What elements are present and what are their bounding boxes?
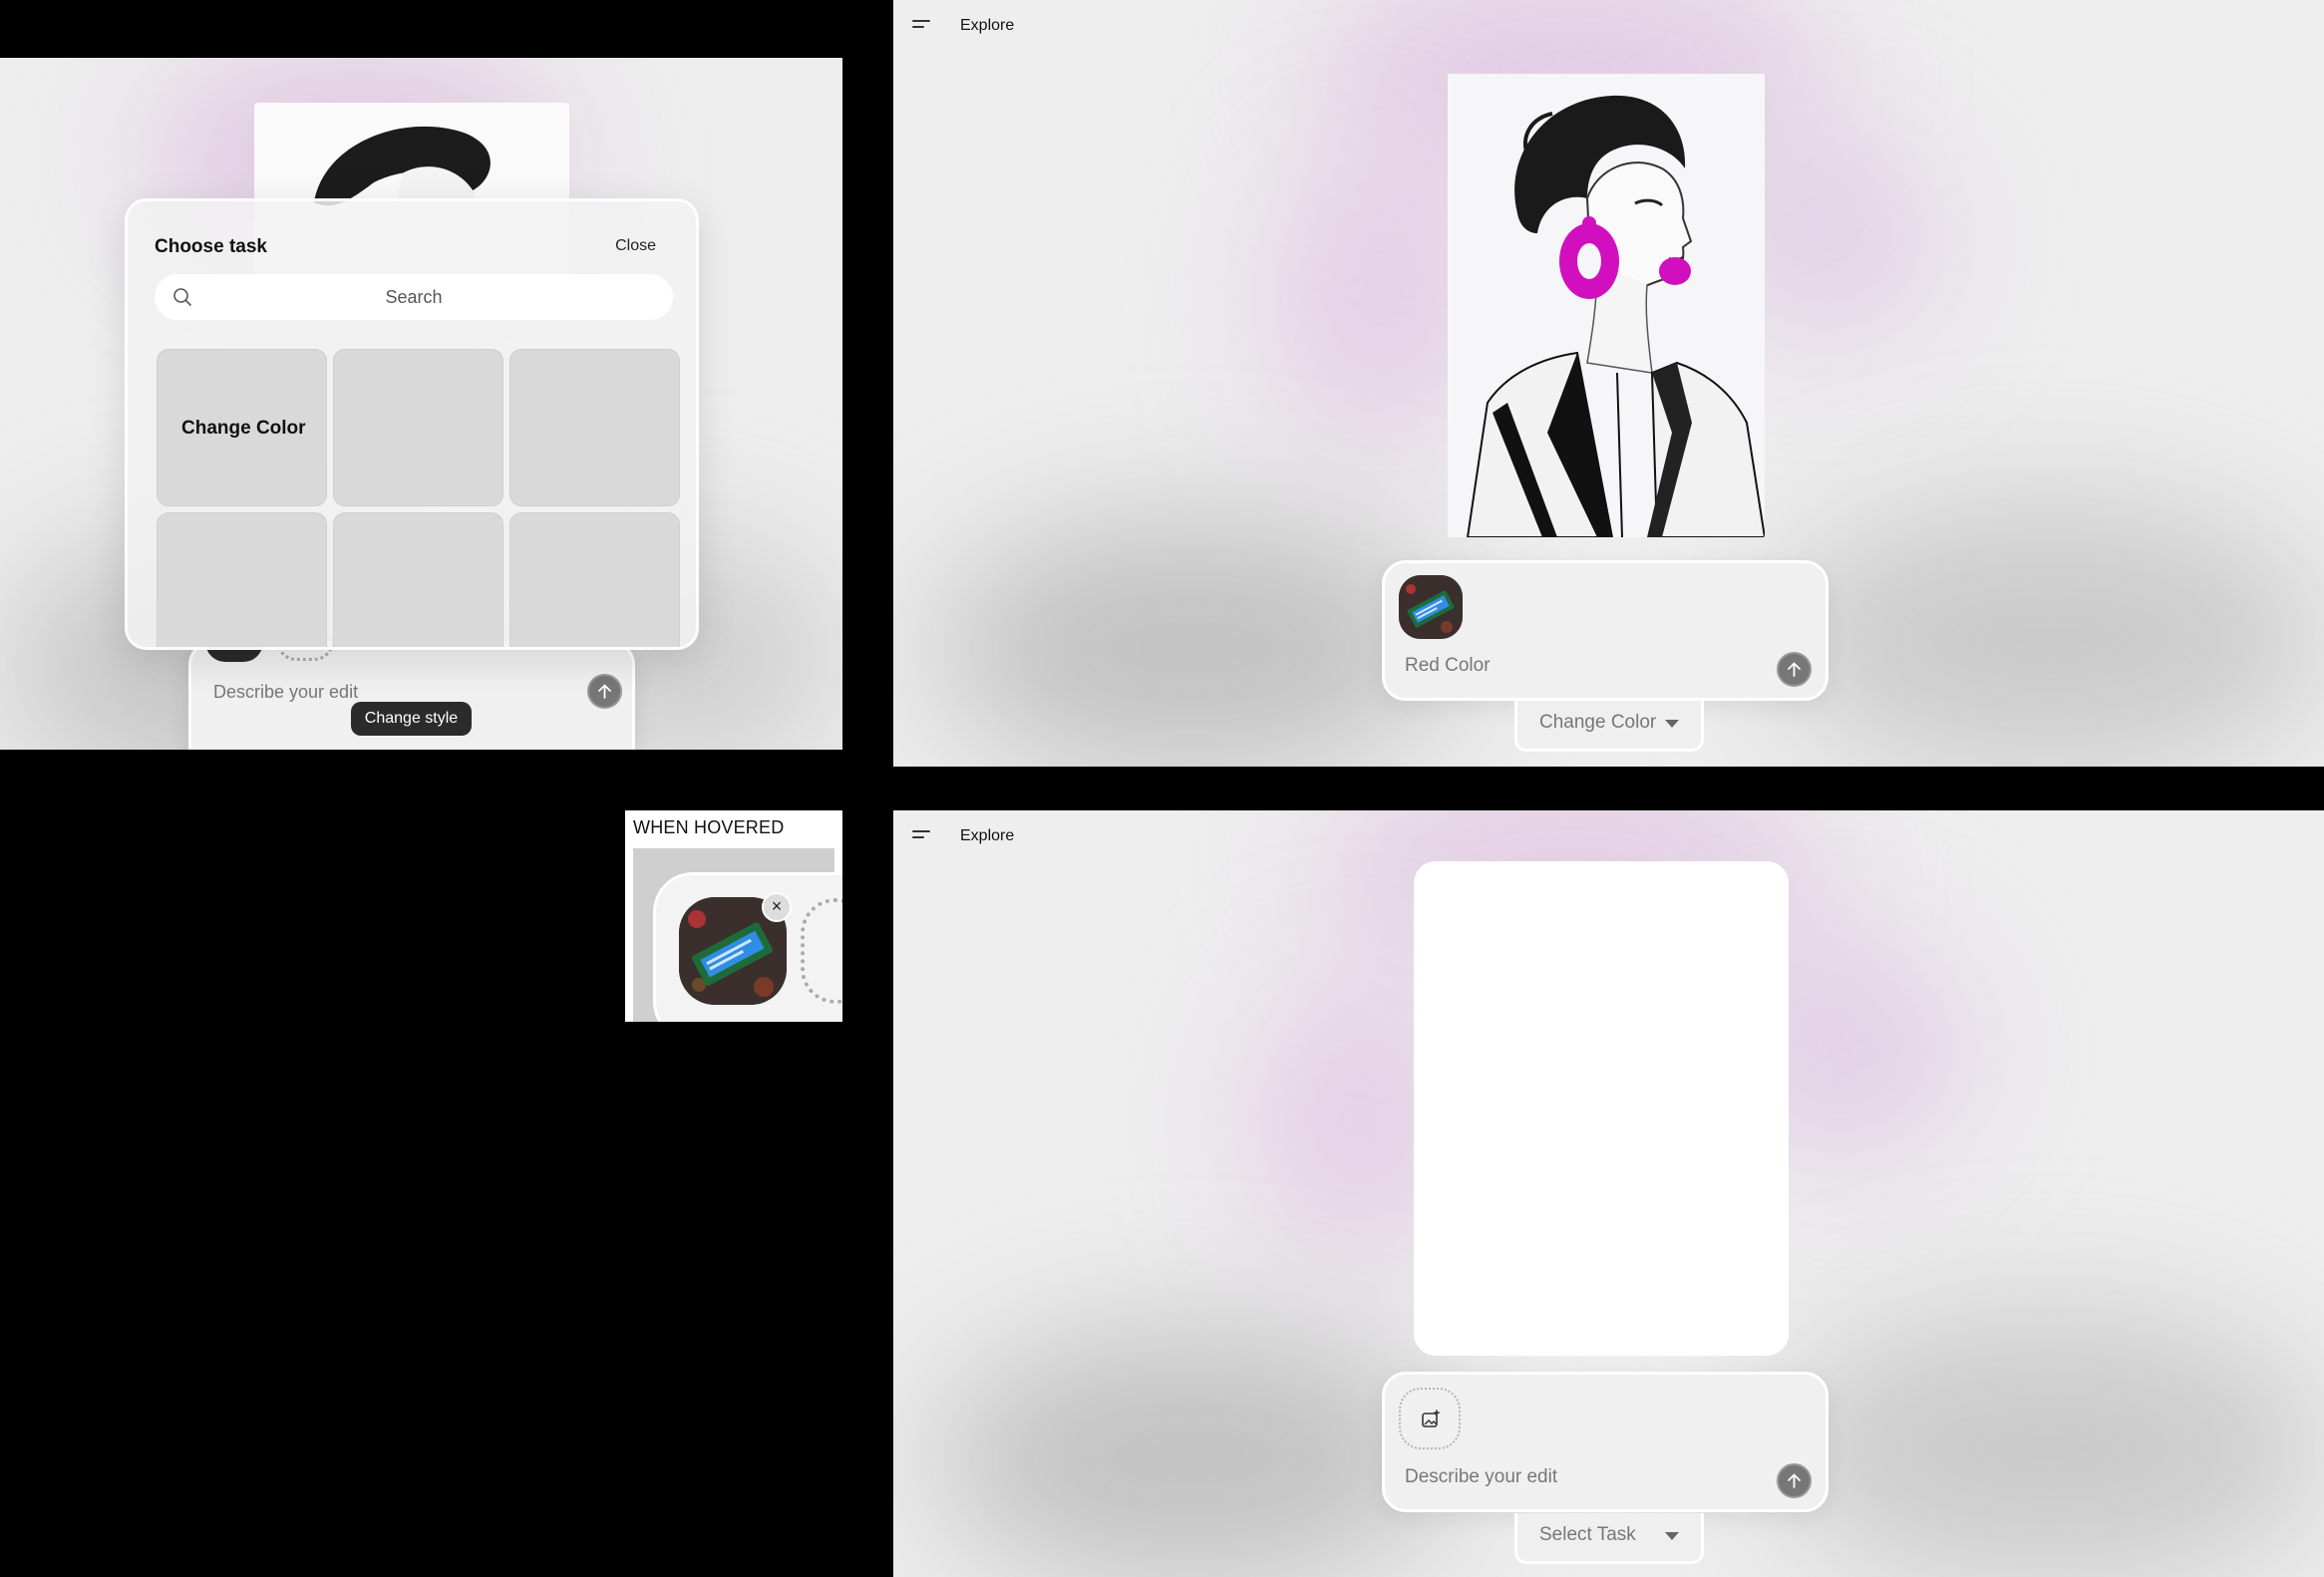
top-bar: Explore <box>893 810 2324 864</box>
send-button[interactable] <box>1777 1463 1812 1498</box>
task-tile-label: Change Color <box>181 418 306 439</box>
task-dropdown[interactable]: Select Task <box>1514 1513 1704 1564</box>
prompt-input[interactable]: Red Color <box>1405 655 1491 677</box>
task-tile[interactable] <box>157 512 327 647</box>
search-input[interactable]: Search <box>155 274 673 320</box>
send-button[interactable] <box>587 674 622 709</box>
task-dropdown-label: Select Task <box>1539 1524 1636 1545</box>
arrow-up-icon <box>1788 662 1801 677</box>
send-button[interactable] <box>1777 652 1812 687</box>
nav-title[interactable]: Explore <box>960 827 1014 845</box>
prompt-placeholder[interactable]: Describe your edit <box>213 682 358 703</box>
task-chooser-screen: Describe your edit Change style Choose t… <box>0 58 842 750</box>
search-placeholder: Search <box>385 287 443 307</box>
close-icon[interactable]: × <box>762 892 792 922</box>
task-tile-change-color[interactable]: Change Color <box>157 349 327 506</box>
add-image-icon <box>1422 1410 1440 1427</box>
empty-canvas <box>1414 861 1789 1356</box>
choose-task-panel: Choose task Close Search Change Color <box>125 198 699 650</box>
menu-icon[interactable] <box>912 20 930 34</box>
arrow-up-icon <box>1788 1473 1801 1488</box>
note-label: WHEN HOVERED <box>633 817 785 837</box>
prompt-composer: Describe your edit <box>1382 1372 1828 1512</box>
prompt-input[interactable]: Describe your edit <box>1405 1466 1557 1488</box>
attached-image-thumbnail[interactable] <box>1399 575 1463 639</box>
task-tile[interactable] <box>333 512 503 647</box>
add-image-slot[interactable] <box>801 898 842 1004</box>
top-bar: Explore <box>893 0 2324 54</box>
hover-state-note: WHEN HOVERED × <box>625 810 842 1022</box>
editor-result-screen: Explore Red Color Change Color <box>893 0 2324 767</box>
prompt-composer: Red Color <box>1382 560 1828 701</box>
arrow-up-icon <box>598 684 611 699</box>
editor-empty-screen: Explore Describe your edit Select Task <box>893 810 2324 1577</box>
task-tile[interactable] <box>509 349 680 506</box>
task-tile[interactable] <box>333 349 503 506</box>
edited-image <box>1448 74 1765 537</box>
close-button[interactable]: Close <box>615 237 656 255</box>
tooltip: Change style <box>351 702 472 736</box>
panel-title: Choose task <box>155 236 267 257</box>
add-image-button[interactable] <box>1399 1388 1461 1449</box>
task-tile[interactable] <box>509 512 680 647</box>
menu-icon[interactable] <box>912 830 930 844</box>
caret-down-icon <box>1665 720 1679 728</box>
task-dropdown-label: Change Color <box>1539 712 1657 733</box>
nav-title[interactable]: Explore <box>960 17 1014 35</box>
caret-down-icon <box>1665 1532 1679 1540</box>
task-dropdown[interactable]: Change Color <box>1514 701 1704 752</box>
